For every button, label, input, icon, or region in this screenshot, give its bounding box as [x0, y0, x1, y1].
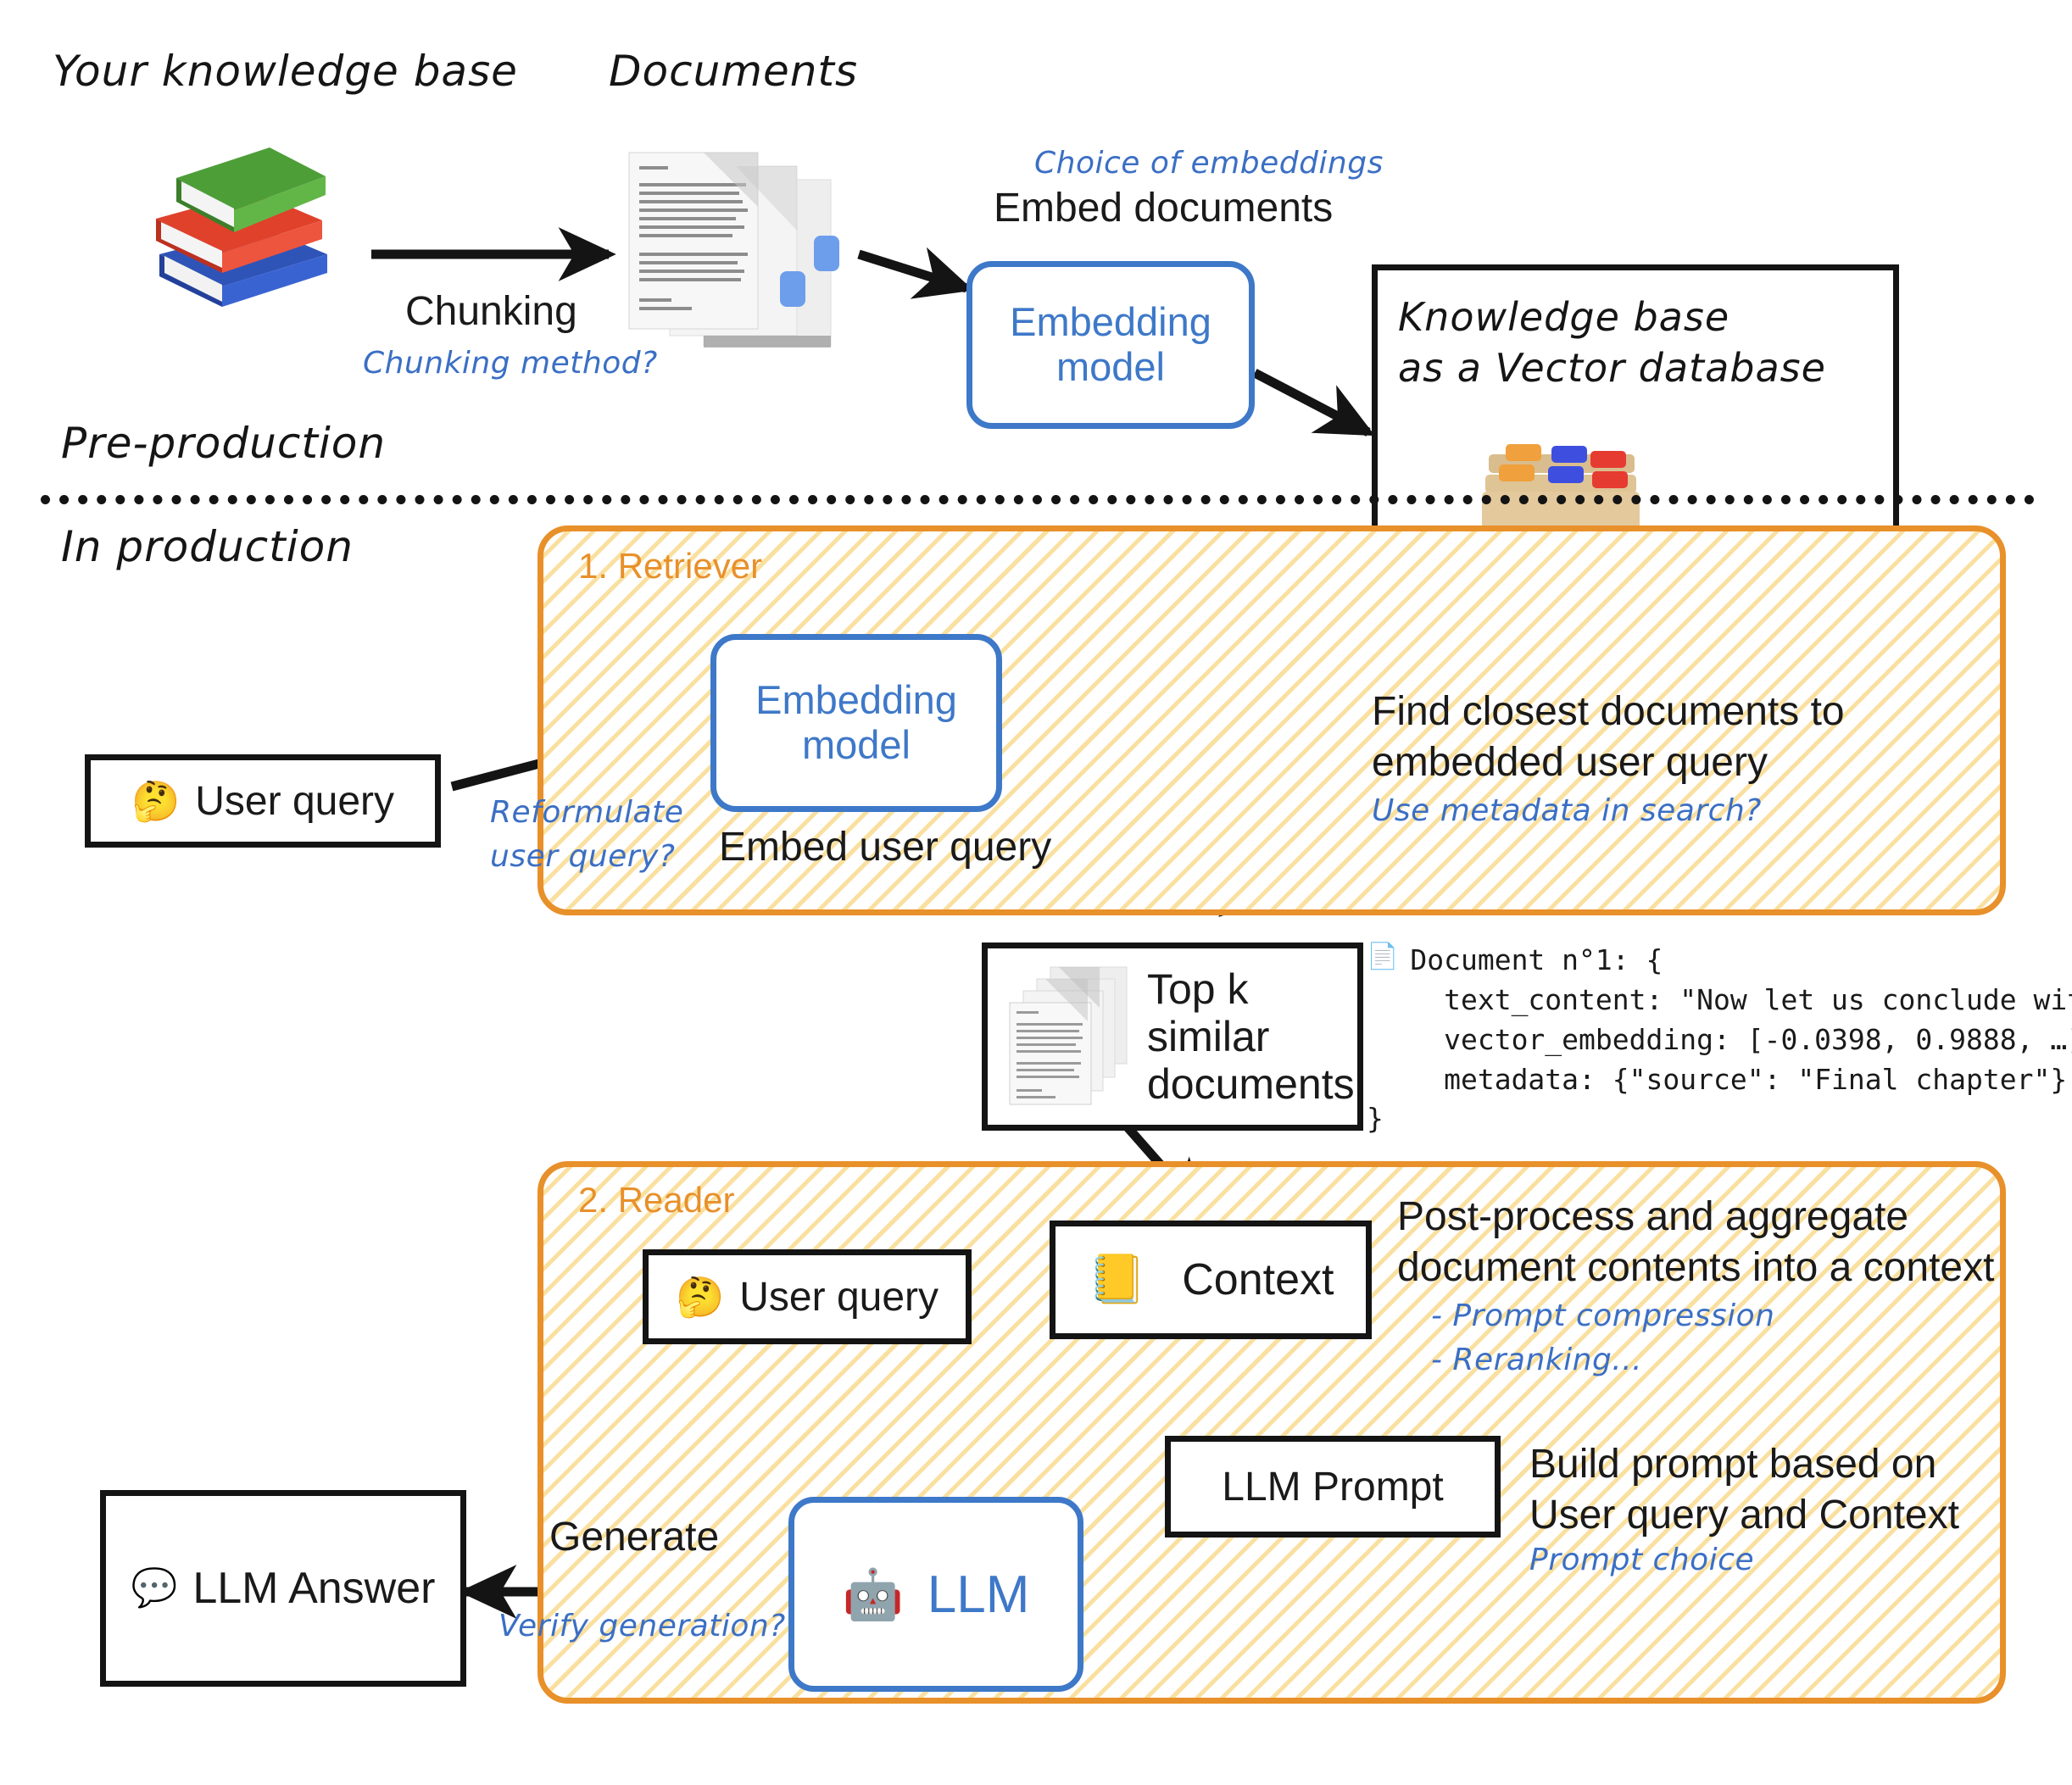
user-query-box-reader[interactable]: 🤔 User query	[643, 1249, 972, 1344]
vector-db-line1: Knowledge base	[1398, 294, 1730, 340]
books-stack-image	[127, 127, 339, 322]
embedding-model-retriever-line2: model	[801, 722, 911, 767]
embedding-model-retriever-line1: Embedding	[755, 677, 957, 723]
reader-section-label: 2. Reader	[578, 1180, 735, 1220]
code-line-5: }	[1367, 1102, 1384, 1136]
embedding-model-line1: Embedding	[1010, 299, 1211, 345]
vector-db-line2: as a Vector database	[1398, 344, 1826, 391]
code-line-1: Document n°1: {	[1410, 943, 1663, 976]
reformulate-note-line2: user query?	[490, 839, 676, 874]
post-process-line1: Post-process and aggregate	[1397, 1194, 1909, 1239]
reranking-bullet: - Reranking...	[1431, 1343, 1643, 1377]
production-divider	[41, 495, 2035, 504]
context-box[interactable]: 📒 Context	[1050, 1221, 1372, 1339]
embedding-model-line2: model	[1055, 344, 1165, 389]
retriever-section-label: 1. Retriever	[578, 546, 763, 586]
rag-architecture-diagram: Your knowledge base Documents Chunking C…	[0, 0, 2072, 1785]
context-label: Context	[1182, 1255, 1334, 1304]
thinking-face-icon-reader: 🤔	[675, 1274, 725, 1320]
speech-balloon-icon: 💬	[131, 1566, 178, 1610]
in-production-label: In production	[61, 522, 354, 571]
topk-label-line2: documents	[1147, 1060, 1355, 1108]
llm-prompt-label: LLM Prompt	[1222, 1464, 1444, 1510]
llm-box[interactable]: 🤖 LLM	[788, 1497, 1083, 1692]
llm-prompt-box[interactable]: LLM Prompt	[1165, 1436, 1501, 1538]
find-closest-line2: embedded user query	[1372, 740, 1768, 785]
topk-documents-box[interactable]: Top k similar documents	[982, 943, 1363, 1131]
llm-label: LLM	[927, 1565, 1030, 1624]
generate-label: Generate	[549, 1515, 720, 1560]
use-metadata-note: Use metadata in search?	[1372, 793, 1762, 828]
llm-answer-label: LLM Answer	[192, 1564, 436, 1613]
embed-user-query-label: Embed user query	[719, 825, 1052, 870]
user-query-label-retriever: User query	[195, 778, 395, 824]
thinking-face-icon: 🤔	[131, 778, 181, 824]
arrow-embedding-to-vectordb	[1252, 369, 1375, 437]
code-line-3: vector_embedding: [-0.0398, 0.9888, …],	[1410, 1022, 2072, 1056]
topk-label-line1: Top k similar	[1147, 965, 1270, 1060]
user-query-box-retriever[interactable]: 🤔 User query	[85, 754, 441, 848]
llm-answer-box[interactable]: 💬 LLM Answer	[100, 1490, 466, 1687]
code-line-4: metadata: {"source": "Final chapter"},	[1410, 1062, 2072, 1096]
chunking-method-note: Chunking method?	[363, 346, 658, 381]
prompt-compression-bullet: - Prompt compression	[1431, 1298, 1775, 1333]
arrow-documents-to-embedding	[857, 247, 974, 299]
knowledge-base-title: Your knowledge base	[53, 47, 518, 96]
post-process-line2: document contents into a context	[1397, 1245, 1995, 1290]
build-prompt-line2: User query and Context	[1529, 1493, 1959, 1538]
embedding-model-box-retriever[interactable]: Embedding model	[710, 634, 1002, 812]
reformulate-note-line1: Reformulate	[490, 795, 684, 830]
user-query-label-reader: User query	[739, 1274, 939, 1320]
verify-generation-note: Verify generation?	[499, 1609, 786, 1643]
pre-production-label: Pre-production	[61, 419, 387, 468]
notebook-icon: 📒	[1087, 1252, 1147, 1307]
choice-of-embeddings-note: Choice of embeddings	[1034, 146, 1384, 181]
code-line-2: text_content: "Now let us conclude with …	[1444, 982, 2072, 1016]
page-facing-up-icon-1: 📄	[1367, 942, 1399, 971]
chunking-label: Chunking	[405, 289, 577, 334]
documents-pages-image	[604, 136, 858, 381]
robot-icon: 🤖	[842, 1565, 904, 1623]
document-stack-icon	[1006, 964, 1135, 1109]
find-closest-line1: Find closest documents to	[1372, 689, 1845, 734]
embedding-model-box-preproduction[interactable]: Embedding model	[966, 261, 1255, 429]
prompt-choice-note: Prompt choice	[1529, 1543, 1755, 1577]
embed-documents-label: Embed documents	[994, 186, 1334, 231]
documents-title: Documents	[609, 47, 859, 96]
build-prompt-line1: Build prompt based on	[1529, 1442, 1937, 1487]
